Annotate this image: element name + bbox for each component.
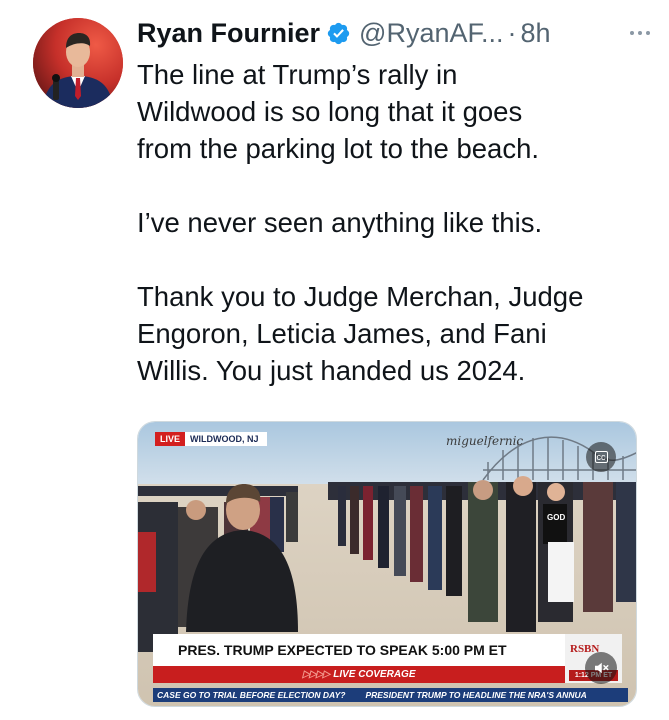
- user-handle[interactable]: @RyanAF...: [359, 14, 503, 52]
- live-location-bug: LIVE WILDWOOD, NJ: [155, 432, 267, 446]
- video-watermark: miguelfernic: [446, 434, 524, 448]
- tweet-paragraph: I’ve never seen anything like this.: [137, 207, 543, 238]
- captions-label: cc: [594, 451, 608, 463]
- tweet-paragraph: The line at Trump’s rally in Wildwood is…: [137, 59, 540, 164]
- video-player[interactable]: GOD LIVE WILDWOOD, NJ miguelfernic cc PR…: [137, 421, 637, 707]
- ticker-item: CASE GO TO TRIAL BEFORE ELECTION DAY?: [157, 690, 346, 700]
- live-label: LIVE: [155, 432, 186, 446]
- separator-dot: ·: [507, 18, 517, 48]
- ticker-item: PRESIDENT TRUMP TO HEADLINE THE NRA'S AN…: [365, 690, 587, 700]
- news-ticker: CASE GO TO TRIAL BEFORE ELECTION DAY? PRE…: [153, 688, 628, 702]
- timestamp[interactable]: 8h: [520, 14, 550, 52]
- tweet-text: The line at Trump’s rally in Wildwood is…: [137, 56, 647, 389]
- more-options-icon[interactable]: [625, 18, 655, 48]
- verified-badge-icon[interactable]: [326, 21, 351, 46]
- live-coverage-bar: ▷▷▷▷ LIVE COVERAGE: [153, 666, 565, 683]
- tweet-header: Ryan Fournier @RyanAF... · 8h: [137, 14, 657, 52]
- tweet[interactable]: Ryan Fournier @RyanAF... · 8h The line a…: [0, 0, 669, 720]
- chyron-headline: PRES. TRUMP EXPECTED TO SPEAK 5:00 PM ET: [153, 634, 565, 666]
- avatar[interactable]: [33, 18, 123, 108]
- closed-captions-icon[interactable]: cc: [586, 442, 616, 472]
- avatar-photo: [33, 18, 123, 108]
- mute-icon[interactable]: [585, 652, 617, 684]
- crowd-shirt-text: GOD: [547, 513, 565, 522]
- tweet-paragraph: Thank you to Judge Merchan, Judge Engoro…: [137, 281, 584, 386]
- live-coverage-label: LIVE COVERAGE: [333, 669, 416, 680]
- live-coverage-arrows: ▷▷▷▷: [302, 669, 330, 680]
- location-label: WILDWOOD, NJ: [185, 432, 267, 446]
- display-name[interactable]: Ryan Fournier: [137, 14, 320, 52]
